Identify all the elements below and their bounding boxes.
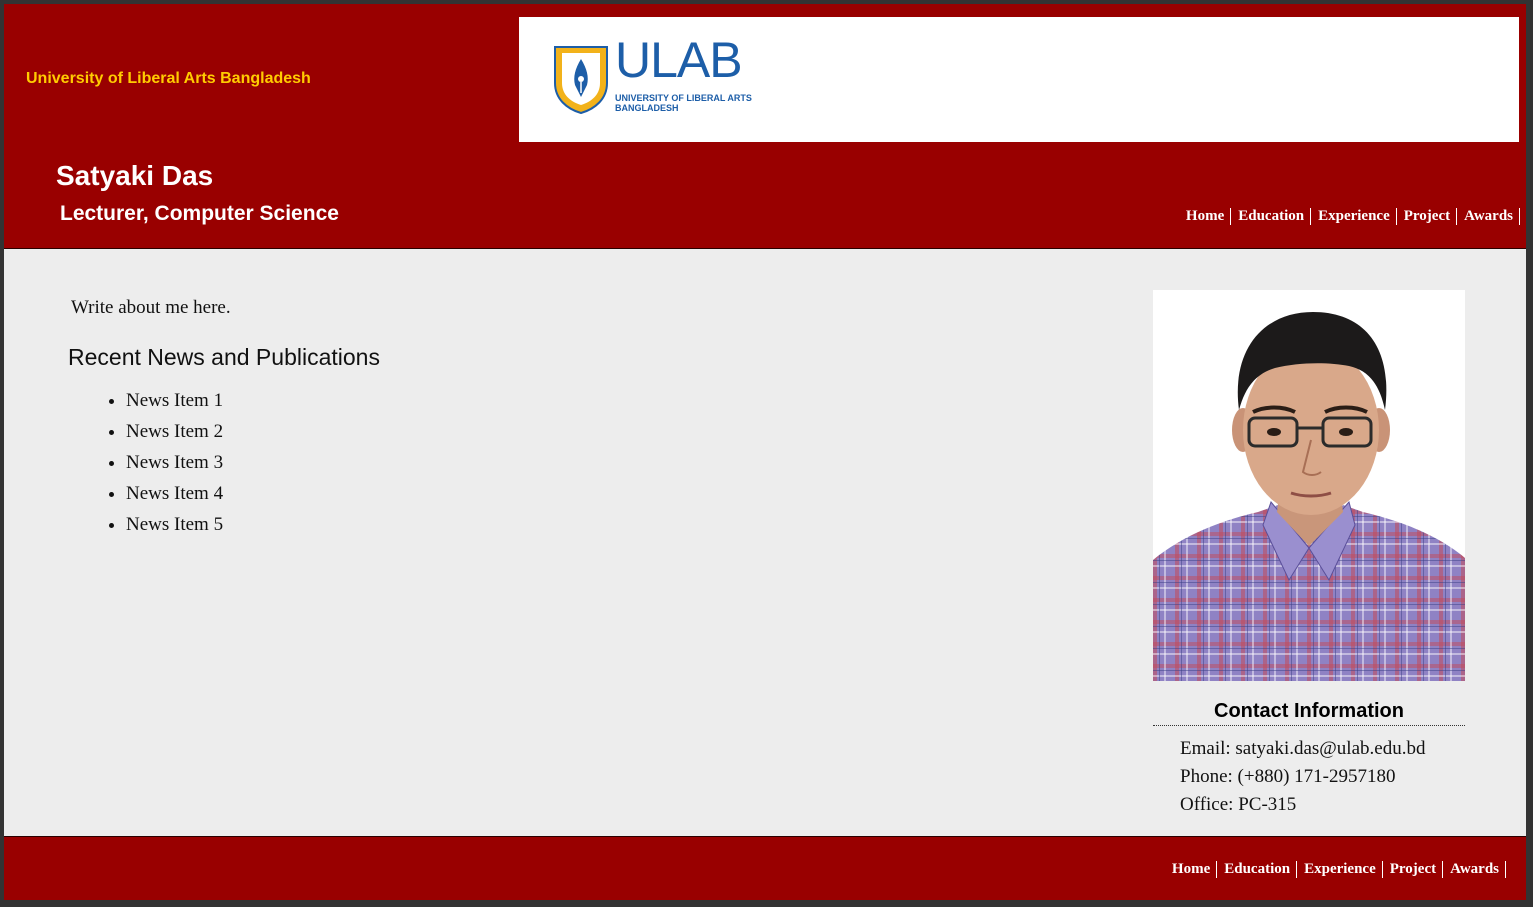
news-item: News Item 4	[126, 478, 223, 509]
top-nav: Home Education Experience Project Awards	[1186, 208, 1520, 225]
profile-photo-illustration	[1153, 290, 1465, 681]
logo-subtitle-line1: UNIVERSITY OF LIBERAL ARTS	[615, 93, 752, 103]
profile-photo	[1153, 290, 1465, 681]
nav-home-link[interactable]: Home	[1186, 208, 1232, 225]
footer: Home Education Experience Project Awards	[4, 836, 1526, 900]
university-name: University of Liberal Arts Bangladesh	[26, 70, 311, 87]
nav-experience-link[interactable]: Experience	[1311, 208, 1397, 225]
footer-nav: Home Education Experience Project Awards	[1172, 861, 1506, 878]
contact-phone: Phone: (+880) 171-2957180	[1180, 766, 1396, 787]
nav-project-link[interactable]: Project	[1397, 208, 1458, 225]
ulab-logo-icon	[554, 46, 608, 115]
news-item: News Item 2	[126, 416, 223, 447]
contact-office: Office: PC-315	[1180, 794, 1297, 815]
footer-nav-education-link[interactable]: Education	[1217, 861, 1298, 878]
logo-banner: ULAB UNIVERSITY OF LIBERAL ARTS BANGLADE…	[519, 17, 1519, 142]
news-list: News Item 1 News Item 2 News Item 3 News…	[86, 385, 223, 540]
person-name: Satyaki Das	[56, 160, 214, 191]
footer-nav-awards-link[interactable]: Awards	[1443, 861, 1506, 878]
nav-education-link[interactable]: Education	[1231, 208, 1312, 225]
logo-wordmark: ULAB	[615, 32, 743, 88]
news-heading: Recent News and Publications	[68, 344, 380, 370]
logo-subtitle-line2: BANGLADESH	[615, 103, 679, 113]
nav-awards-link[interactable]: Awards	[1457, 208, 1520, 225]
news-item: News Item 3	[126, 447, 223, 478]
news-item: News Item 1	[126, 385, 223, 416]
contact-email: Email: satyaki.das@ulab.edu.bd	[1180, 738, 1426, 759]
footer-nav-experience-link[interactable]: Experience	[1297, 861, 1383, 878]
news-item: News Item 5	[126, 509, 223, 540]
contact-heading: Contact Information	[1153, 700, 1465, 726]
about-text: Write about me here.	[71, 297, 231, 318]
header: University of Liberal Arts Bangladesh UL…	[4, 4, 1526, 249]
page-frame: University of Liberal Arts Bangladesh UL…	[4, 4, 1526, 900]
contact-info: Email: satyaki.das@ulab.edu.bd Phone: (+…	[1180, 735, 1425, 819]
person-title: Lecturer, Computer Science	[60, 202, 339, 225]
logo-subtitle: UNIVERSITY OF LIBERAL ARTS BANGLADESH	[615, 93, 752, 113]
footer-nav-project-link[interactable]: Project	[1383, 861, 1444, 878]
footer-nav-home-link[interactable]: Home	[1172, 861, 1218, 878]
